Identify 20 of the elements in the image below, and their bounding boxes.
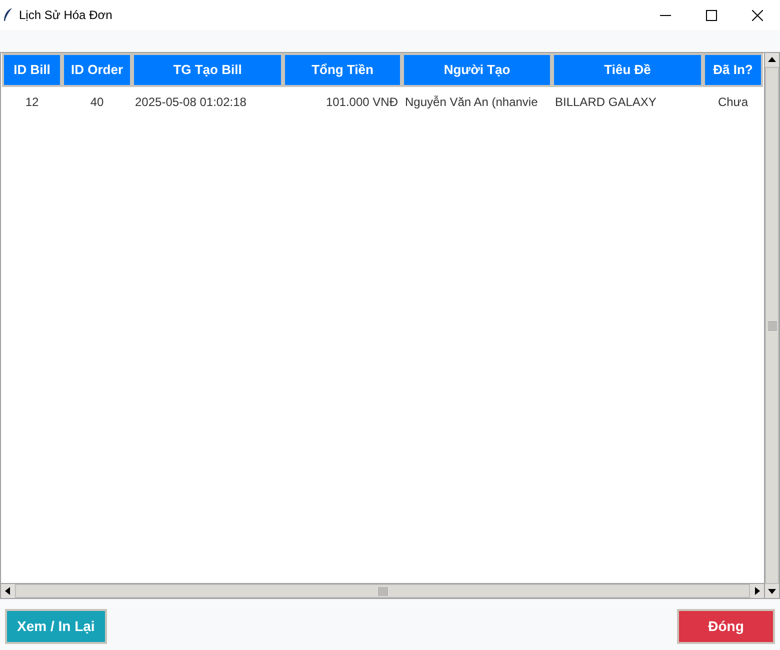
close-icon — [752, 10, 762, 20]
table-cell-text: 40 — [90, 94, 104, 111]
maximize-icon — [706, 10, 716, 20]
column-header[interactable]: Người Tạo — [402, 53, 552, 87]
table-cell-text: 101.000 VNĐ — [326, 94, 398, 111]
column-header[interactable]: TG Tạo Bill — [132, 53, 283, 87]
window-title: Lịch Sử Hóa Đơn — [19, 7, 112, 24]
table-cell-text: Nguyễn Văn An (nhanvie — [405, 94, 538, 111]
table-cell-text: Chưa — [718, 94, 748, 111]
column-header[interactable]: ID Order — [62, 53, 132, 87]
column-header[interactable]: ID Bill — [2, 53, 62, 87]
table-cell-text: 2025-05-08 01:02:18 — [135, 94, 246, 111]
feather-icon — [3, 8, 13, 22]
table-cell-text: 12 — [25, 94, 39, 111]
column-header[interactable]: Đã In? — [703, 53, 763, 87]
table-cell-text: BILLARD GALAXY — [555, 94, 656, 111]
action-button[interactable]: Đóng — [677, 609, 775, 644]
column-header[interactable]: Tiêu Đề — [552, 53, 703, 87]
action-button[interactable]: Xem / In Lại — [5, 609, 107, 644]
column-header[interactable]: Tổng Tiền — [283, 53, 402, 87]
